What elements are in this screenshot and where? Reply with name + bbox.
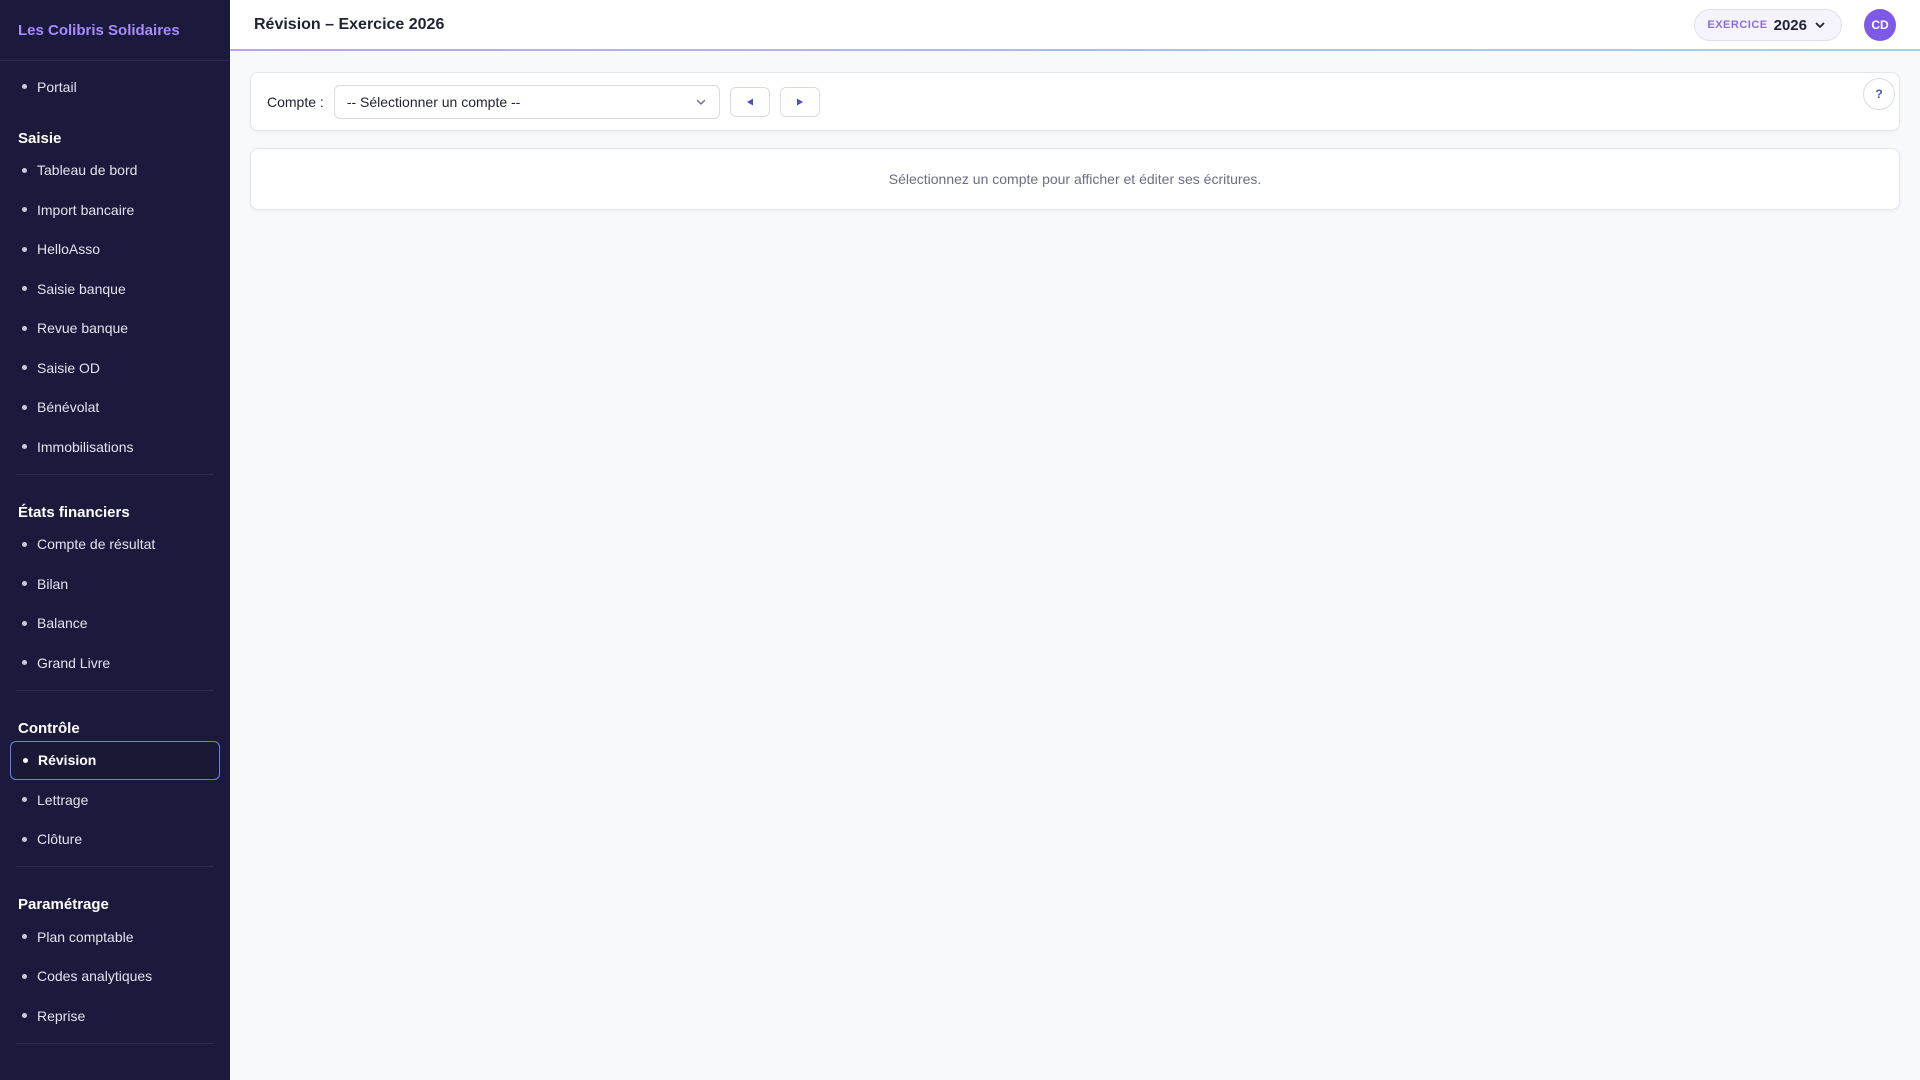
sidebar-item-label: Lettrage — [37, 791, 89, 808]
account-select-value: -- Sélectionner un compte -- — [346, 93, 521, 110]
sidebar-item-revision[interactable]: Révision — [10, 740, 220, 780]
sidebar: Les Colibris Solidaires Portail Saisie T… — [0, 0, 230, 1080]
bullet-icon — [22, 1013, 27, 1019]
bullet-icon — [22, 797, 27, 803]
sidebar-item-label: Balance — [37, 615, 88, 632]
brand-title[interactable]: Les Colibris Solidaires — [0, 0, 230, 61]
exercise-year: 2026 — [1773, 16, 1807, 34]
sidebar-item-label: Portail — [37, 78, 77, 95]
bullet-icon — [22, 167, 27, 173]
section-title-parametrage: Paramétrage — [18, 896, 109, 913]
sidebar-item-compte-de-resultat[interactable]: Compte de résultat — [10, 525, 220, 565]
sidebar-item-revue-banque[interactable]: Revue banque — [10, 309, 220, 349]
main-content: Compte : -- Sélectionner un compte -- ? … — [250, 72, 1900, 210]
sidebar-item-benevolat[interactable]: Bénévolat — [10, 388, 220, 428]
sidebar-item-balance[interactable]: Balance — [10, 604, 220, 644]
triangle-left-icon — [746, 98, 753, 105]
sidebar-item-helloasso[interactable]: HelloAsso — [10, 230, 220, 270]
sidebar-item-lettrage[interactable]: Lettrage — [10, 780, 220, 820]
sidebar-item-label: Immobilisations — [37, 438, 134, 455]
sidebar-divider — [16, 1042, 214, 1044]
sidebar-item-grand-livre[interactable]: Grand Livre — [10, 643, 220, 683]
bullet-icon — [22, 541, 27, 547]
sidebar-item-label: HelloAsso — [37, 241, 101, 258]
bullet-icon — [22, 973, 27, 979]
bullet-icon — [22, 581, 27, 587]
sidebar-item-bilan[interactable]: Bilan — [10, 564, 220, 604]
sidebar-item-reprise[interactable]: Reprise — [10, 996, 220, 1036]
sidebar-item-portail[interactable]: Portail — [10, 67, 220, 107]
sidebar-item-label: Bilan — [37, 575, 69, 592]
bullet-icon — [23, 757, 28, 763]
sidebar-item-label: Bénévolat — [37, 399, 100, 416]
page-title: Révision – Exercice 2026 — [254, 16, 445, 33]
sidebar-item-label: Codes analytiques — [37, 968, 153, 985]
sidebar-item-import-bancaire[interactable]: Import bancaire — [10, 190, 220, 230]
bullet-icon — [22, 934, 27, 940]
empty-state-message: Sélectionnez un compte pour afficher et … — [888, 171, 1262, 187]
bullet-icon — [22, 84, 27, 90]
account-toolbar: Compte : -- Sélectionner un compte -- ? — [250, 72, 1900, 131]
help-button[interactable]: ? — [1863, 78, 1895, 110]
bullet-icon — [22, 404, 27, 410]
avatar[interactable]: CD — [1864, 9, 1896, 41]
sidebar-item-saisie-od[interactable]: Saisie OD — [10, 348, 220, 388]
section-title-saisie: Saisie — [18, 129, 62, 147]
sidebar-item-cloture[interactable]: Clôture — [10, 820, 220, 860]
sidebar-item-label: Reprise — [37, 1007, 86, 1024]
sidebar-item-label: Import bancaire — [37, 201, 135, 218]
section-title-etats-financiers: États financiers — [18, 503, 130, 521]
sidebar-item-label: Compte de résultat — [37, 536, 156, 553]
sidebar-item-label: Grand Livre — [37, 654, 111, 671]
account-select[interactable]: -- Sélectionner un compte -- — [333, 84, 720, 119]
sidebar-item-plan-comptable[interactable]: Plan comptable — [10, 917, 220, 957]
previous-account-button[interactable] — [729, 86, 770, 117]
bullet-icon — [22, 207, 27, 213]
bullet-icon — [22, 836, 27, 842]
chevron-down-icon — [696, 99, 706, 105]
sidebar-item-label: Clôture — [37, 831, 83, 848]
bullet-icon — [22, 286, 27, 292]
empty-state-card: Sélectionnez un compte pour afficher et … — [250, 148, 1900, 210]
triangle-right-icon — [796, 98, 803, 105]
bullet-icon — [22, 246, 27, 252]
top-header: Révision – Exercice 2026 EXERCICE 2026 C… — [230, 0, 1920, 51]
sidebar-item-label: Révision — [38, 752, 97, 769]
sidebar-item-immobilisations[interactable]: Immobilisations — [10, 427, 220, 467]
sidebar-item-saisie-banque[interactable]: Saisie banque — [10, 269, 220, 309]
sidebar-item-codes-analytiques[interactable]: Codes analytiques — [10, 957, 220, 997]
compte-label: Compte : — [267, 93, 324, 110]
sidebar-item-label: Revue banque — [37, 320, 129, 337]
bullet-icon — [22, 325, 27, 331]
bullet-icon — [22, 620, 27, 626]
exercise-selector[interactable]: EXERCICE 2026 — [1694, 9, 1842, 41]
exercise-label: EXERCICE — [1707, 19, 1768, 31]
section-title-controle: Contrôle — [18, 719, 80, 737]
bullet-icon — [22, 444, 27, 450]
sidebar-item-label: Saisie OD — [37, 359, 101, 376]
bullet-icon — [22, 365, 27, 371]
sidebar-item-label: Tableau de bord — [37, 162, 138, 179]
sidebar-item-tableau-de-bord[interactable]: Tableau de bord — [10, 151, 220, 191]
next-account-button[interactable] — [779, 86, 820, 117]
bullet-icon — [22, 660, 27, 666]
chevron-down-icon — [1815, 22, 1825, 28]
sidebar-item-label: Plan comptable — [37, 928, 134, 945]
sidebar-item-label: Saisie banque — [37, 280, 126, 297]
